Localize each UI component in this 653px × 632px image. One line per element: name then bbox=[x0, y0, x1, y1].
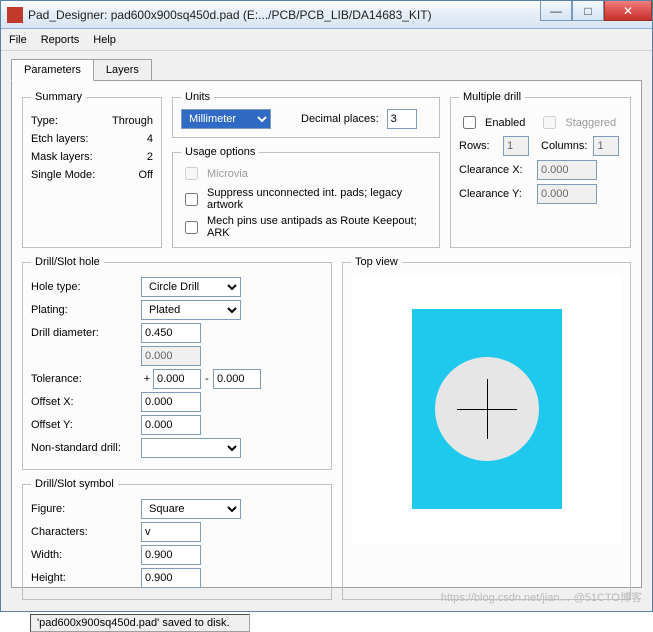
drill-diameter2-input bbox=[141, 346, 201, 366]
top-view-preview bbox=[351, 274, 622, 544]
close-button[interactable]: ✕ bbox=[604, 1, 652, 21]
mask-label: Mask layers: bbox=[31, 151, 93, 163]
figure-select[interactable]: Square bbox=[141, 499, 241, 519]
holetype-label: Hole type: bbox=[31, 281, 141, 293]
multdrill-legend: Multiple drill bbox=[459, 91, 525, 103]
tab-parameters[interactable]: Parameters bbox=[11, 59, 94, 81]
single-value: Off bbox=[139, 169, 153, 181]
window-title: Pad_Designer: pad600x900sq450d.pad (E:..… bbox=[28, 8, 432, 22]
title-bar: Pad_Designer: pad600x900sq450d.pad (E:..… bbox=[1, 1, 652, 29]
units-group: Units Millimeter Decimal places: bbox=[172, 91, 440, 138]
drill-hole-group: Drill/Slot hole Hole type:Circle Drill P… bbox=[22, 256, 332, 470]
nsd-label: Non-standard drill: bbox=[31, 442, 141, 454]
plating-select[interactable]: Plated bbox=[141, 300, 241, 320]
drill-symbol-group: Drill/Slot symbol Figure:Square Characte… bbox=[22, 478, 332, 600]
type-value: Through bbox=[112, 115, 153, 127]
minimize-button[interactable]: ― bbox=[540, 1, 572, 21]
nsd-select[interactable] bbox=[141, 438, 241, 458]
watermark: https://blog.csdn.net/jian… @51CTO博客 bbox=[441, 589, 642, 605]
offset-x-label: Offset X: bbox=[31, 396, 141, 408]
clearance-y-input[interactable] bbox=[537, 184, 597, 204]
staggered-checkbox: Staggered bbox=[539, 113, 616, 132]
menu-help[interactable]: Help bbox=[93, 34, 116, 46]
suppress-checkbox[interactable]: Suppress unconnected int. pads; legacy a… bbox=[181, 187, 431, 211]
columns-input[interactable] bbox=[593, 136, 619, 156]
usage-group: Usage options Microvia Suppress unconnec… bbox=[172, 146, 440, 248]
drillhole-legend: Drill/Slot hole bbox=[31, 256, 104, 268]
maximize-button[interactable]: □ bbox=[572, 1, 604, 21]
mech-checkbox[interactable]: Mech pins use antipads as Route Keepout;… bbox=[181, 215, 431, 239]
holetype-select[interactable]: Circle Drill bbox=[141, 277, 241, 297]
app-window: Pad_Designer: pad600x900sq450d.pad (E:..… bbox=[0, 0, 653, 612]
menu-file[interactable]: File bbox=[9, 34, 27, 46]
tab-layers[interactable]: Layers bbox=[93, 59, 152, 80]
offset-x-input[interactable] bbox=[141, 392, 201, 412]
top-view-group: Top view bbox=[342, 256, 631, 600]
usage-legend: Usage options bbox=[181, 146, 259, 158]
tolerance-label: Tolerance: bbox=[31, 373, 141, 385]
symbol-legend: Drill/Slot symbol bbox=[31, 478, 118, 490]
enabled-checkbox[interactable]: Enabled bbox=[459, 113, 525, 132]
menu-bar: File Reports Help bbox=[1, 29, 652, 51]
clearance-x-input[interactable] bbox=[537, 160, 597, 180]
columns-label: Columns: bbox=[541, 140, 587, 152]
decimal-places-input[interactable] bbox=[387, 109, 417, 129]
offset-y-input[interactable] bbox=[141, 415, 201, 435]
menu-reports[interactable]: Reports bbox=[41, 34, 80, 46]
etch-value: 4 bbox=[147, 133, 153, 145]
microvia-checkbox: Microvia bbox=[181, 164, 431, 183]
drill-hole-shape bbox=[435, 357, 539, 461]
width-input[interactable] bbox=[141, 545, 201, 565]
summary-legend: Summary bbox=[31, 91, 86, 103]
single-label: Single Mode: bbox=[31, 169, 95, 181]
type-label: Type: bbox=[31, 115, 58, 127]
drill-diameter-label: Drill diameter: bbox=[31, 327, 141, 339]
etch-label: Etch layers: bbox=[31, 133, 88, 145]
units-legend: Units bbox=[181, 91, 214, 103]
drill-diameter-input[interactable] bbox=[141, 323, 201, 343]
height-label: Height: bbox=[31, 572, 141, 584]
offset-y-label: Offset Y: bbox=[31, 419, 141, 431]
characters-input[interactable] bbox=[141, 522, 201, 542]
tab-panel: Summary Type: Through Etch layers: 4 Mask … bbox=[11, 80, 642, 588]
summary-group: Summary Type: Through Etch layers: 4 Mask … bbox=[22, 91, 162, 248]
status-bar: 'pad600x900sq450d.pad' saved to disk. bbox=[30, 614, 250, 632]
topview-legend: Top view bbox=[351, 256, 402, 268]
mask-value: 2 bbox=[147, 151, 153, 163]
figure-label: Figure: bbox=[31, 503, 141, 515]
app-icon bbox=[7, 7, 23, 23]
units-select[interactable]: Millimeter bbox=[181, 109, 271, 129]
tolerance-plus-input[interactable] bbox=[153, 369, 201, 389]
rows-input[interactable] bbox=[503, 136, 529, 156]
characters-label: Characters: bbox=[31, 526, 141, 538]
clearance-x-label: Clearance X: bbox=[459, 164, 531, 176]
width-label: Width: bbox=[31, 549, 141, 561]
multiple-drill-group: Multiple drill Enabled Staggered Rows: C… bbox=[450, 91, 631, 248]
tolerance-minus-input[interactable] bbox=[213, 369, 261, 389]
plating-label: Plating: bbox=[31, 304, 141, 316]
clearance-y-label: Clearance Y: bbox=[459, 188, 531, 200]
decimal-places-label: Decimal places: bbox=[301, 113, 379, 125]
height-input[interactable] bbox=[141, 568, 201, 588]
rows-label: Rows: bbox=[459, 140, 497, 152]
pad-shape bbox=[412, 309, 562, 509]
